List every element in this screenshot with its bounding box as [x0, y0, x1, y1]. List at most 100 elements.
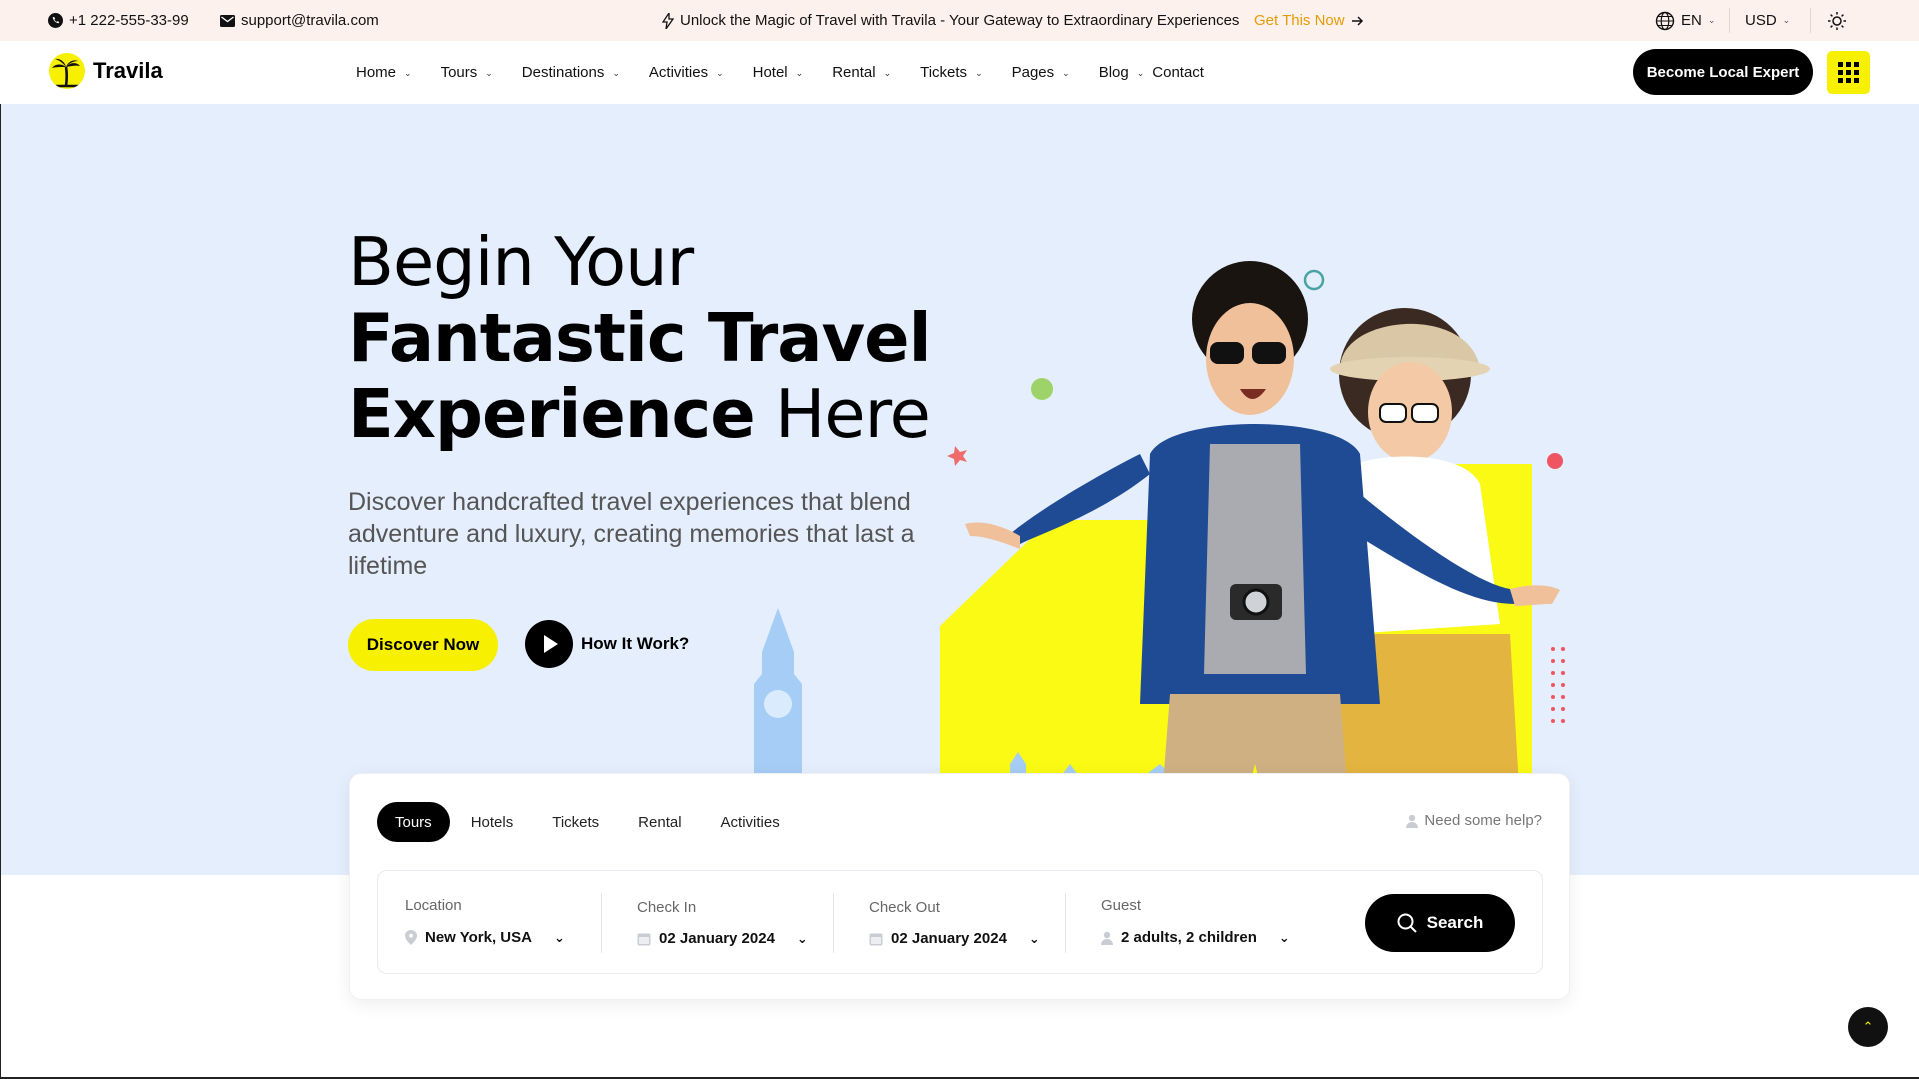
nav-pages[interactable]: Pages ⌄	[1012, 64, 1070, 81]
language-selector[interactable]: EN ⌄	[1655, 0, 1715, 41]
nav-label: Destinations	[521, 64, 605, 81]
play-icon	[525, 620, 573, 668]
chevron-up-icon: ⌃	[1862, 1019, 1874, 1034]
nav-rental[interactable]: Rental ⌄	[832, 64, 891, 81]
divider	[1065, 893, 1066, 953]
promo-message: Unlock the Magic of Travel with Travila …	[662, 0, 1239, 41]
search-panel: Tours Hotels Tickets Rental Activities N…	[349, 773, 1570, 1000]
tab-tickets[interactable]: Tickets	[534, 802, 617, 842]
palm-tree-icon	[49, 53, 85, 89]
tab-rental[interactable]: Rental	[620, 802, 699, 842]
check-in-field[interactable]: Check In 02 January 2024 ⌄	[637, 871, 837, 975]
chevron-down-icon: ⌄	[1136, 68, 1145, 78]
window-edge	[0, 104, 1, 1079]
calendar-icon	[637, 933, 651, 945]
chevron-down-icon: ⌄	[1782, 15, 1791, 25]
become-local-expert-button[interactable]: Become Local Expert	[1633, 49, 1813, 95]
apps-menu-button[interactable]	[1827, 51, 1870, 94]
search-fields: Location New York, USA ⌄ Check In 02 Jan…	[377, 870, 1543, 974]
travelers-illustration	[754, 261, 1565, 875]
grid-dot	[1854, 70, 1859, 75]
currency-value: USD	[1745, 12, 1777, 29]
grid-dot	[1838, 78, 1843, 83]
how-it-works-label: How It Work?	[581, 634, 690, 653]
arrow-right-icon	[1351, 15, 1363, 26]
calendar-icon	[869, 933, 883, 945]
nav-destinations[interactable]: Destinations ⌄	[522, 64, 620, 81]
email-address: support@travila.com	[241, 12, 379, 29]
chevron-down-icon: ⌄	[883, 68, 892, 78]
user-icon	[1101, 931, 1113, 945]
nav-hotel[interactable]: Hotel ⌄	[753, 64, 804, 81]
chevron-down-icon: ⌄	[716, 68, 724, 78]
guest-value: 2 adults, 2 children	[1121, 929, 1257, 946]
help-link[interactable]: Need some help?	[1406, 812, 1542, 829]
currency-selector[interactable]: USD ⌄	[1745, 0, 1790, 41]
chevron-down-icon: ⌄	[1278, 929, 1290, 945]
help-label: Need some help?	[1424, 812, 1542, 829]
guest-value-row: 2 adults, 2 children ⌄	[1101, 929, 1290, 946]
phone-icon	[48, 13, 63, 28]
search-button[interactable]: Search	[1365, 894, 1515, 952]
promo-text: Unlock the Magic of Travel with Travila …	[680, 12, 1240, 29]
location-field[interactable]: Location New York, USA ⌄	[405, 871, 595, 975]
hero-section: Begin Your Fantastic Travel Experience H…	[0, 104, 1919, 875]
promo-link-label: Get This Now	[1254, 12, 1345, 29]
brand-logo[interactable]: Travila	[49, 53, 163, 89]
theme-toggle[interactable]	[1827, 0, 1847, 41]
divider	[1729, 8, 1730, 33]
how-it-works-button[interactable]: How It Work?	[525, 620, 689, 668]
user-icon	[1406, 814, 1419, 828]
nav-blog[interactable]: Blog ⌄	[1099, 64, 1145, 81]
nav-contact[interactable]: Contact	[1152, 64, 1204, 81]
tab-tours[interactable]: Tours	[377, 802, 450, 842]
chevron-down-icon: ⌄	[1028, 930, 1040, 946]
map-pin-icon	[405, 930, 417, 945]
check-in-value: 02 January 2024	[659, 930, 775, 947]
chevron-down-icon: ⌄	[796, 930, 808, 946]
nav-tickets[interactable]: Tickets ⌄	[920, 64, 983, 81]
tab-hotels[interactable]: Hotels	[453, 802, 532, 842]
nav-label: Tours	[440, 64, 478, 81]
nav-label: Home	[356, 64, 397, 81]
guest-field[interactable]: Guest 2 adults, 2 children ⌄	[1101, 871, 1321, 975]
check-in-value-row: 02 January 2024 ⌄	[637, 930, 808, 947]
globe-icon	[1655, 11, 1675, 30]
nav-label: Contact	[1152, 64, 1204, 81]
main-header: Travila Home ⌄ Tours ⌄ Destinations ⌄ Activ…	[0, 41, 1919, 104]
search-button-label: Search	[1426, 913, 1484, 932]
chevron-down-icon: ⌄	[612, 68, 620, 78]
nav-activities[interactable]: Activities ⌄	[649, 64, 724, 81]
divider	[833, 893, 834, 953]
nav-home[interactable]: Home ⌄	[356, 64, 412, 81]
check-in-label: Check In	[637, 899, 697, 916]
nav-label: Pages	[1011, 64, 1055, 81]
promo-link[interactable]: Get This Now	[1254, 0, 1364, 41]
nav-label: Tickets	[920, 64, 968, 81]
check-out-value-row: 02 January 2024 ⌄	[869, 930, 1040, 947]
top-bar: +1 222-555-33-99 support@travila.com Unl…	[0, 0, 1919, 41]
grid-dot	[1846, 62, 1851, 67]
chevron-down-icon: ⌄	[1707, 15, 1716, 25]
grid-dot	[1854, 62, 1859, 67]
grid-dot	[1838, 70, 1843, 75]
email-contact[interactable]: support@travila.com	[220, 0, 379, 41]
nav-tours[interactable]: Tours ⌄	[441, 64, 493, 81]
search-tabs: Tours Hotels Tickets Rental Activities	[377, 802, 801, 842]
discover-now-button[interactable]: Discover Now	[348, 619, 498, 671]
brand-name: Travila	[93, 58, 163, 83]
grid-dot	[1838, 62, 1843, 67]
main-nav: Home ⌄ Tours ⌄ Destinations ⌄ Activities ⌄ H…	[356, 41, 1233, 104]
lightning-icon	[662, 12, 674, 29]
scroll-to-top-button[interactable]: ⌃	[1848, 1007, 1888, 1047]
nav-label: Rental	[832, 64, 876, 81]
guest-label: Guest	[1101, 897, 1142, 914]
tab-activities[interactable]: Activities	[703, 802, 798, 842]
phone-contact[interactable]: +1 222-555-33-99	[48, 0, 189, 41]
check-out-value: 02 January 2024	[891, 930, 1007, 947]
language-value: EN	[1681, 12, 1702, 29]
chevron-down-icon: ⌄	[485, 68, 493, 78]
sun-icon	[1828, 11, 1846, 30]
hero-title-line1: Begin Your	[348, 223, 694, 301]
check-out-field[interactable]: Check Out 02 January 2024 ⌄	[869, 871, 1069, 975]
